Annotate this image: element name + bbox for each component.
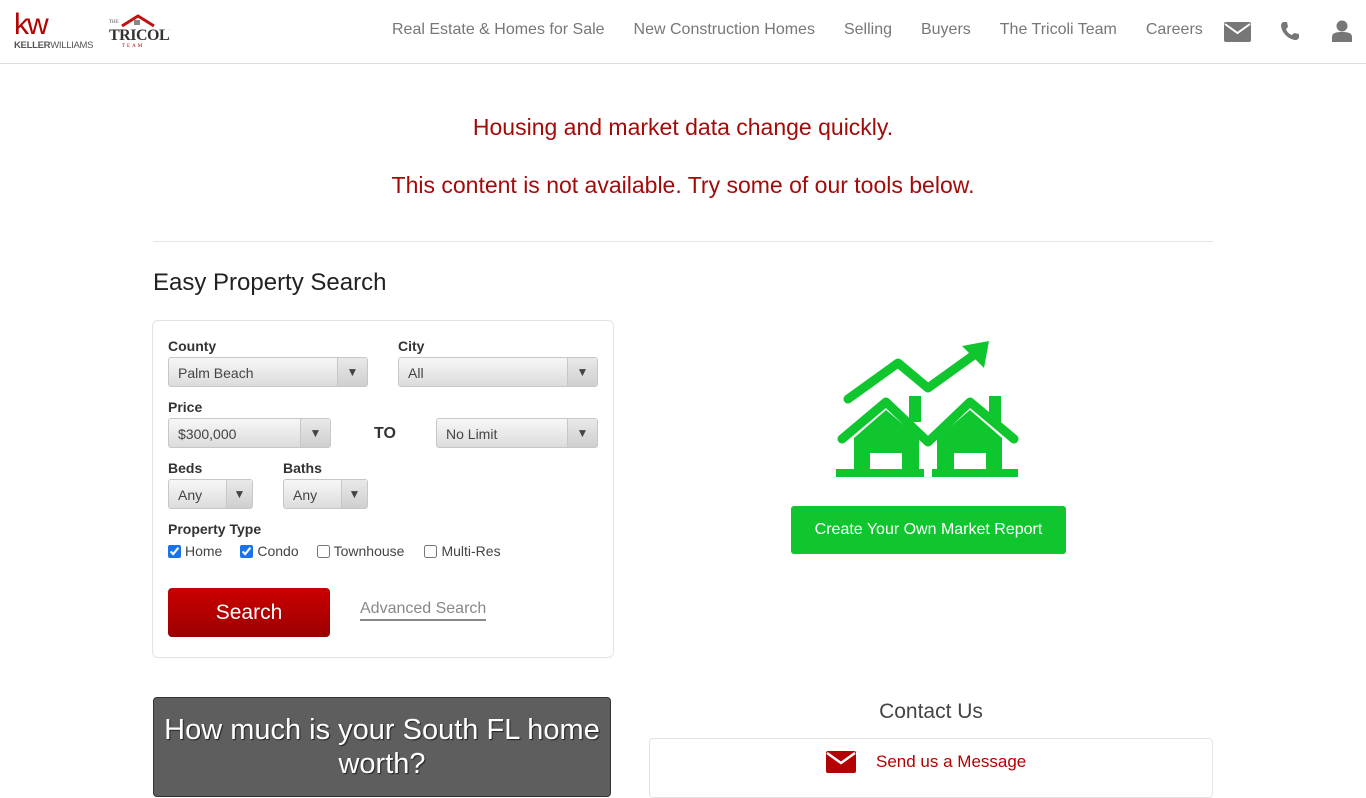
envelope-icon [826, 751, 856, 773]
beds-label: Beds [168, 460, 203, 476]
svg-text:TRICOLI: TRICOLI [109, 27, 170, 44]
site-header: kw KELLERWILLIAMS THE TRICOLI TEAM Real … [0, 0, 1366, 64]
price-max-select[interactable]: No Limit ▼ [436, 418, 598, 448]
property-type-multi-res[interactable]: Multi-Res [424, 543, 501, 559]
multi-res-checkbox[interactable] [424, 544, 438, 558]
condo-checkbox[interactable] [240, 544, 254, 558]
send-message-link[interactable]: Send us a Message [826, 751, 1026, 773]
chevron-down-icon: ▼ [337, 358, 367, 386]
kw-name: KELLERWILLIAMS [14, 40, 94, 51]
main-nav: Real Estate & Homes for Sale New Constru… [392, 21, 1203, 39]
envelope-icon[interactable] [1224, 22, 1251, 47]
price-to-label: TO [374, 425, 396, 442]
baths-select[interactable]: Any ▼ [283, 479, 368, 509]
home-worth-banner[interactable]: How much is your South FL home worth? [153, 697, 611, 797]
tricoli-team-logo[interactable]: THE TRICOLI TEAM [108, 14, 176, 50]
keller-williams-logo[interactable]: kw KELLERWILLIAMS [14, 8, 96, 54]
market-trend-houses-icon [836, 341, 1019, 477]
chevron-down-icon: ▼ [226, 480, 252, 508]
beds-select[interactable]: Any ▼ [168, 479, 253, 509]
section-divider [153, 241, 1213, 242]
nav-tricoli-team[interactable]: The Tricoli Team [1000, 21, 1117, 39]
svg-text:TEAM: TEAM [122, 44, 144, 49]
chevron-down-icon: ▼ [300, 419, 330, 447]
nav-buyers[interactable]: Buyers [921, 21, 971, 39]
property-type-condo[interactable]: Condo [240, 543, 299, 559]
notice-line-1: Housing and market data change quickly. [472, 114, 894, 140]
baths-label: Baths [283, 460, 322, 476]
tricoli-house-roof-icon: THE TRICOLI TEAM [109, 14, 176, 49]
townhouse-checkbox[interactable] [316, 544, 330, 558]
create-market-report-button[interactable]: Create Your Own Market Report [791, 506, 1066, 554]
nav-careers[interactable]: Careers [1146, 21, 1203, 39]
price-label: Price [168, 399, 203, 415]
county-label: County [168, 338, 217, 354]
property-search-form: County Palm Beach ▼ City All ▼ Price $30… [152, 320, 614, 658]
nav-real-estate[interactable]: Real Estate & Homes for Sale [392, 21, 605, 39]
search-button[interactable]: Search [168, 588, 330, 637]
user-icon[interactable] [1332, 20, 1352, 47]
property-type-label: Property Type [168, 521, 262, 537]
chevron-down-icon: ▼ [567, 419, 597, 447]
phone-icon[interactable] [1280, 21, 1300, 46]
chevron-down-icon: ▼ [341, 480, 367, 508]
nav-selling[interactable]: Selling [844, 21, 892, 39]
nav-new-construction[interactable]: New Construction Homes [634, 21, 815, 39]
city-label: City [398, 338, 425, 354]
county-select[interactable]: Palm Beach ▼ [168, 357, 368, 387]
easy-property-search-title: Easy Property Search [153, 269, 387, 296]
contact-us-title: Contact Us [879, 700, 983, 723]
advanced-search-link[interactable]: Advanced Search [360, 600, 487, 621]
property-type-townhouse[interactable]: Townhouse [316, 543, 404, 559]
contact-box: Send us a Message [649, 738, 1213, 798]
svg-text:THE: THE [109, 20, 119, 25]
notice-line-2: This content is not available. Try some … [391, 172, 975, 198]
city-select[interactable]: All ▼ [398, 357, 598, 387]
kw-mark: kw [14, 8, 49, 41]
chevron-down-icon: ▼ [567, 358, 597, 386]
home-checkbox[interactable] [168, 544, 181, 558]
property-type-options: Home Condo Townhouse Multi-Res [168, 543, 519, 559]
property-type-home[interactable]: Home [168, 543, 222, 559]
price-min-select[interactable]: $300,000 ▼ [168, 418, 331, 448]
